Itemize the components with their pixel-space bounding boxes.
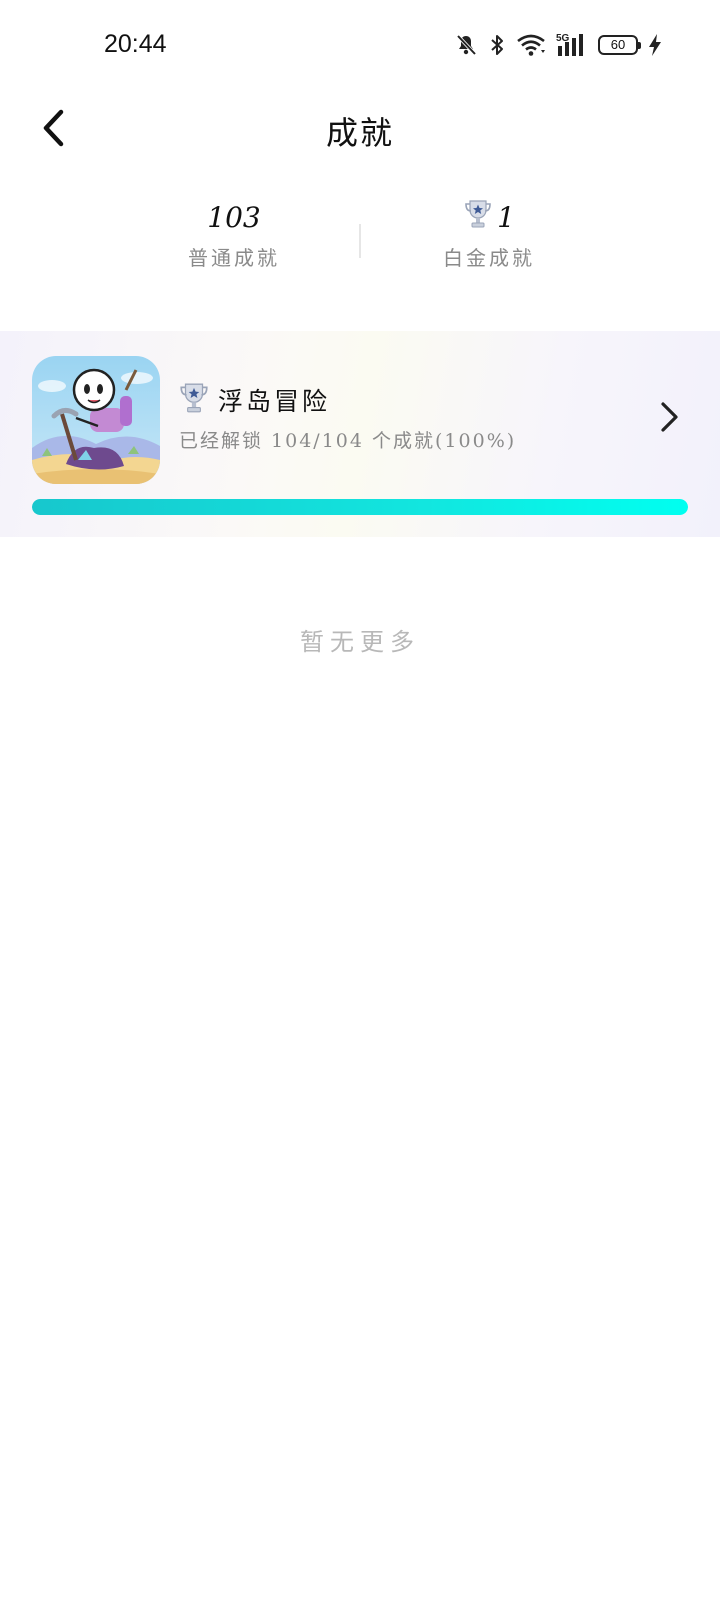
game-achievement-card[interactable]: 浮岛冒险 已经解锁 104/104 个成就(100%) [0, 331, 720, 537]
game-name: 浮岛冒险 [218, 387, 331, 416]
bell-muted-icon [454, 33, 478, 57]
no-more-text: 暂无更多 [300, 628, 420, 656]
status-bar: 20:44 5G 60 [0, 0, 720, 92]
wifi-icon [516, 33, 546, 57]
chevron-right-icon [654, 399, 684, 435]
achievement-progress-bar [32, 499, 688, 515]
nav-bar: 成就 [0, 92, 720, 168]
game-progress-text: 已经解锁 104/104 个成就(100%) [179, 430, 517, 452]
achievement-progress-fill [32, 499, 688, 515]
platinum-achievements-count: 1 [497, 201, 515, 234]
bluetooth-icon [488, 33, 506, 57]
platinum-trophy-icon [178, 381, 210, 419]
achievement-stats: 103 普通成就 1 白金成就 [0, 198, 720, 290]
game-title-row: 浮岛冒险 [178, 381, 330, 419]
platinum-achievements-label: 白金成就 [443, 246, 535, 270]
battery-icon: 60 [598, 35, 641, 55]
charging-bolt-icon [648, 33, 662, 57]
normal-achievements-count: 103 [207, 201, 261, 234]
page-title: 成就 [325, 114, 394, 152]
normal-achievements-label: 普通成就 [188, 246, 280, 270]
stats-divider [359, 224, 361, 258]
game-icon-floating-island-adventure [32, 356, 160, 484]
status-icons: 5G 60 [454, 30, 662, 60]
normal-achievements-stat: 103 普通成就 [134, 200, 334, 271]
platinum-achievements-stat: 1 白金成就 [389, 198, 589, 271]
status-time: 20:44 [104, 30, 167, 58]
signal-5g-icon: 5G [556, 32, 588, 58]
platinum-trophy-icon [463, 198, 493, 239]
